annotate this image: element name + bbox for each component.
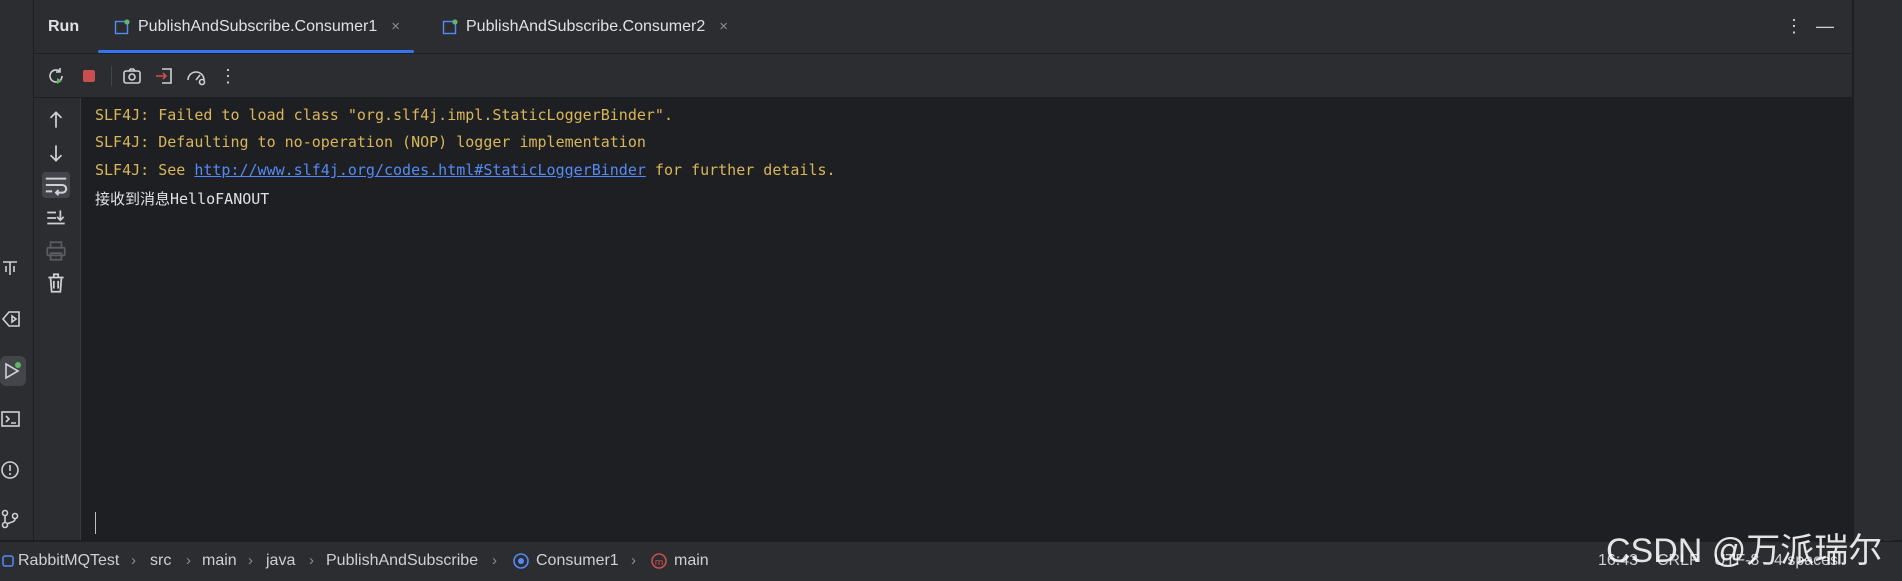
run-config-icon — [442, 18, 458, 34]
chevron-right-icon: › — [186, 552, 191, 569]
breadcrumb-label: PublishAndSubscribe — [326, 552, 479, 569]
run-config-icon — [114, 18, 130, 34]
console-text: SLF4J: See — [95, 161, 195, 179]
problems-icon[interactable] — [0, 459, 22, 481]
tab-consumer2[interactable]: PublishAndSubscribe.Consumer2 × — [432, 0, 738, 53]
run-tab-bar: Run PublishAndSubscribe.Consumer1 × Publ… — [34, 0, 1852, 54]
run-tool-icon[interactable] — [0, 356, 26, 386]
chevron-right-icon: › — [131, 552, 136, 569]
build-icon[interactable] — [0, 257, 22, 279]
breadcrumb-java[interactable]: java — [266, 552, 295, 570]
chevron-right-icon: › — [248, 552, 253, 569]
toolbar-divider — [111, 66, 112, 86]
right-tool-strip — [1853, 0, 1902, 540]
profiler-icon[interactable] — [185, 65, 207, 87]
console-line: 接收到消息HelloFANOUT — [95, 190, 270, 208]
tab-label: PublishAndSubscribe.Consumer2 — [466, 17, 706, 35]
svg-text:m: m — [655, 558, 664, 568]
screenshot-icon[interactable] — [121, 65, 143, 87]
print-icon[interactable] — [44, 239, 68, 263]
more-options-icon[interactable]: ⋮ — [1785, 16, 1803, 37]
text-caret — [95, 512, 96, 534]
stop-icon[interactable] — [78, 65, 100, 87]
chevron-right-icon: › — [631, 552, 636, 569]
console-line: SLF4J: Failed to load class "org.slf4j.i… — [95, 106, 673, 124]
tab-consumer1[interactable]: PublishAndSubscribe.Consumer1 × — [98, 0, 415, 53]
left-tool-strip — [0, 0, 34, 540]
rerun-icon[interactable] — [45, 65, 67, 87]
exit-icon[interactable] — [153, 65, 175, 87]
breadcrumb-package[interactable]: PublishAndSubscribe — [326, 552, 478, 570]
soft-wrap-icon[interactable] — [42, 172, 70, 198]
console-line: SLF4J: See http://www.slf4j.org/codes.ht… — [95, 161, 836, 179]
breadcrumb-main[interactable]: main — [202, 552, 237, 570]
breadcrumb-label: RabbitMQTest — [18, 552, 120, 569]
down-arrow-icon[interactable] — [44, 141, 68, 165]
breadcrumb-label: main — [202, 552, 237, 569]
module-icon — [2, 555, 14, 567]
breadcrumb-method[interactable]: m main — [650, 552, 709, 570]
method-icon: m — [651, 553, 667, 569]
close-icon[interactable]: × — [391, 18, 400, 35]
run-window-title: Run — [48, 18, 80, 35]
breadcrumb-label: main — [674, 552, 709, 569]
close-icon[interactable]: × — [719, 18, 728, 35]
console-line: SLF4J: Defaulting to no-operation (NOP) … — [95, 133, 646, 151]
git-icon[interactable] — [0, 508, 22, 530]
console-side-actions — [34, 98, 81, 540]
terminal-icon[interactable] — [0, 408, 22, 430]
chevron-right-icon: › — [309, 552, 314, 569]
more-icon[interactable]: ⋮ — [217, 65, 239, 87]
breadcrumb-src[interactable]: src — [150, 552, 171, 570]
breadcrumb-project[interactable]: RabbitMQTest — [2, 552, 119, 570]
services-icon[interactable] — [0, 308, 22, 330]
console-text: for further details. — [645, 161, 836, 179]
tab-label: PublishAndSubscribe.Consumer1 — [138, 17, 378, 35]
up-arrow-icon[interactable] — [44, 108, 68, 132]
class-icon — [513, 553, 529, 569]
run-toolbar: ⋮ — [34, 54, 1852, 98]
breadcrumb-class[interactable]: Consumer1 — [512, 552, 619, 570]
run-tool-window: Run PublishAndSubscribe.Consumer1 × Publ… — [34, 0, 1892, 548]
slf4j-link[interactable]: http://www.slf4j.org/codes.html#StaticLo… — [194, 161, 646, 179]
minimize-icon[interactable]: — — [1816, 16, 1834, 37]
breadcrumb-label: Consumer1 — [536, 552, 619, 569]
chevron-right-icon: › — [492, 552, 497, 569]
trash-icon[interactable] — [44, 271, 68, 295]
console-output[interactable]: SLF4J: Failed to load class "org.slf4j.i… — [81, 98, 1892, 548]
breadcrumb-label: java — [266, 552, 296, 569]
breadcrumb-label: src — [150, 552, 172, 569]
scroll-to-end-icon[interactable] — [44, 206, 68, 230]
csdn-watermark: CSDN @万派瑞尔 — [1606, 532, 1883, 570]
